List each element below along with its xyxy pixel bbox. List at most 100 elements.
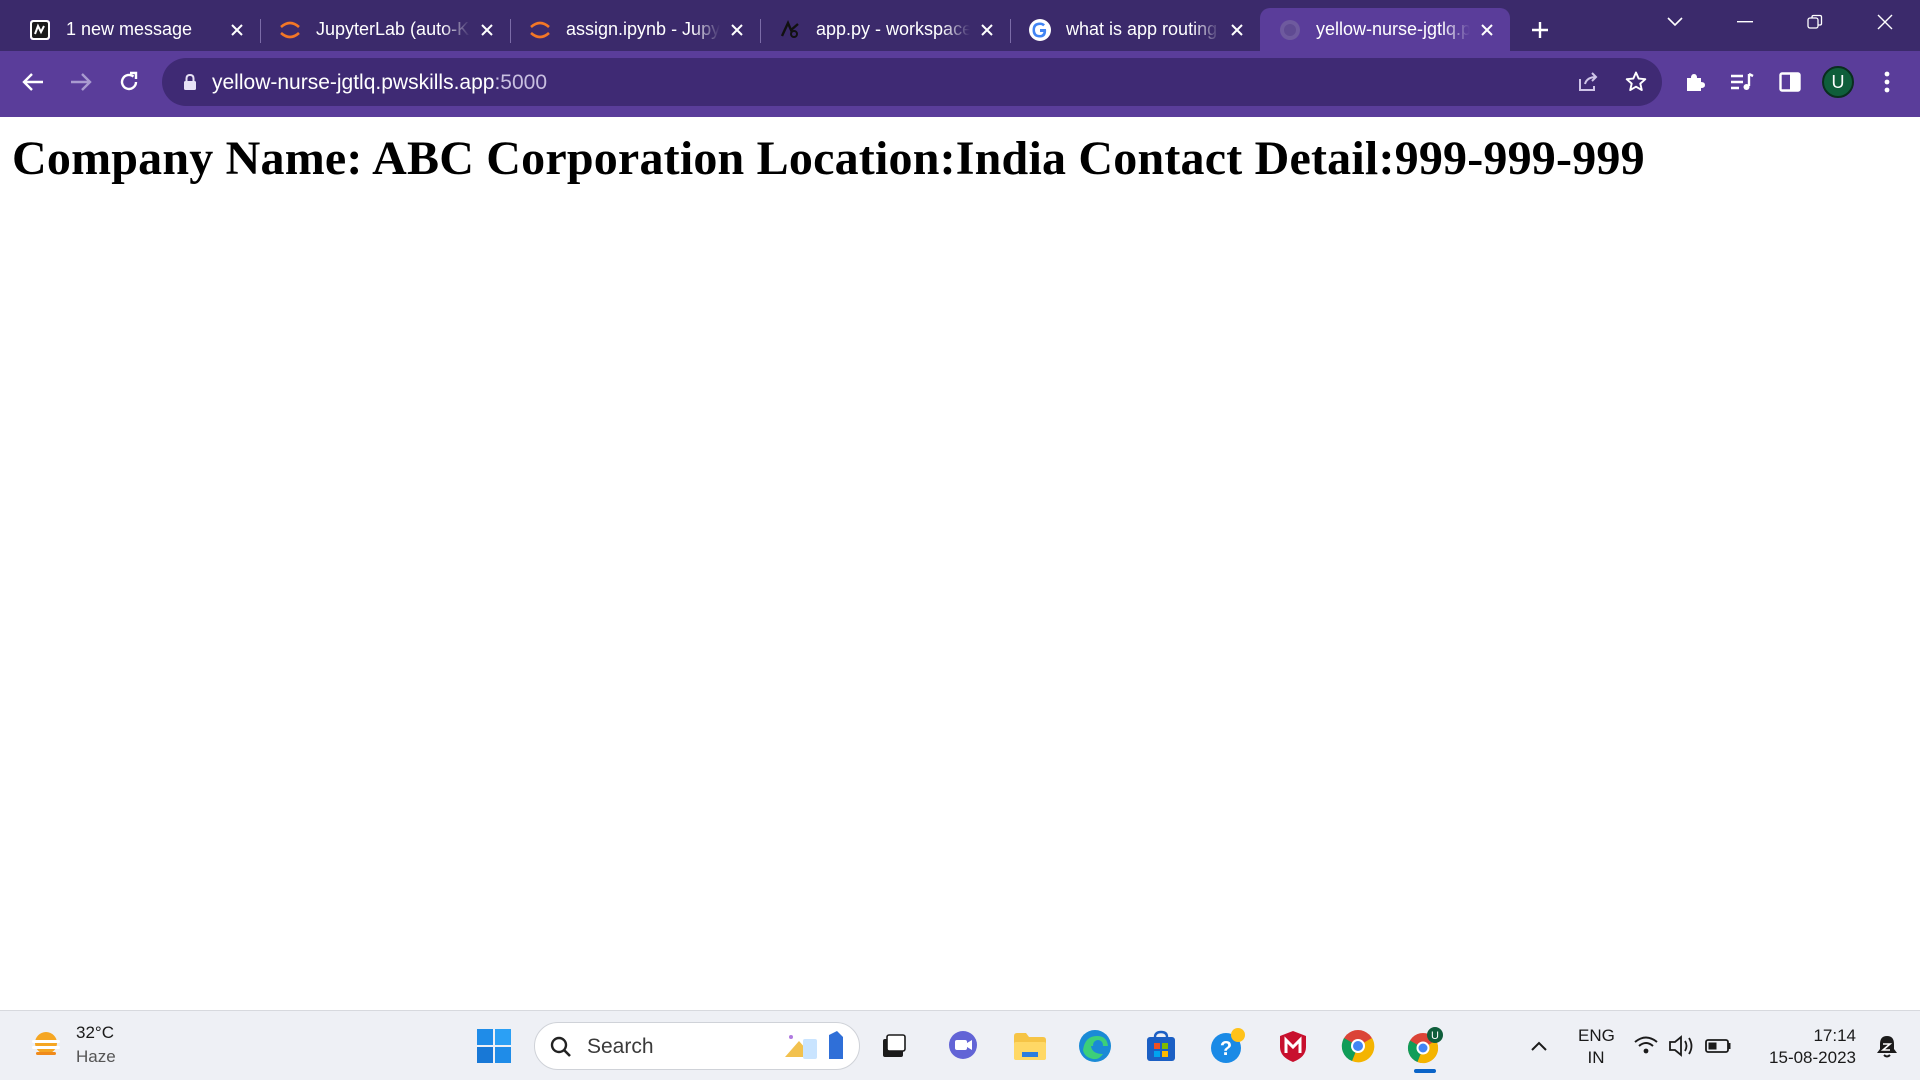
notifications-button[interactable] bbox=[1874, 1033, 1902, 1061]
quick-settings-button[interactable] bbox=[1628, 1023, 1748, 1069]
minimize-icon bbox=[1737, 21, 1753, 23]
windows-taskbar: 32°C Haze Search ? U ENG IN 17:14 15-08-… bbox=[0, 1010, 1920, 1080]
extensions-button[interactable] bbox=[1672, 59, 1718, 105]
weather-condition: Haze bbox=[76, 1047, 116, 1066]
tab-what-is-app-routing[interactable]: what is app routing bbox=[1010, 8, 1260, 51]
tab-1-new-message[interactable]: 1 new message bbox=[10, 8, 260, 51]
taskbar-search[interactable]: Search bbox=[534, 1022, 860, 1070]
teams-chat-button[interactable] bbox=[940, 1023, 986, 1069]
forward-button[interactable] bbox=[57, 58, 105, 106]
volume-icon bbox=[1669, 1035, 1693, 1057]
close-tab-icon[interactable] bbox=[976, 19, 998, 41]
search-highlight-icon bbox=[785, 1031, 843, 1059]
haze-sun-icon bbox=[32, 1032, 60, 1055]
url-host: yellow-nurse-jgtlq.pwskills.app bbox=[212, 71, 495, 94]
close-tab-icon[interactable] bbox=[1226, 19, 1248, 41]
restore-button[interactable] bbox=[1780, 0, 1850, 44]
edge-browser-button[interactable] bbox=[1072, 1023, 1118, 1069]
chrome-menu-button[interactable] bbox=[1864, 59, 1910, 105]
tab-search-button[interactable] bbox=[1640, 0, 1710, 44]
minimize-button[interactable] bbox=[1710, 0, 1780, 44]
clock-date: 15-08-2023 bbox=[1769, 1048, 1856, 1067]
reload-icon bbox=[120, 71, 138, 91]
mcafee-button[interactable] bbox=[1270, 1023, 1316, 1069]
tab-title: what is app routing bbox=[1066, 19, 1218, 39]
close-tab-icon[interactable] bbox=[1476, 19, 1498, 41]
chrome-profile-button[interactable]: U bbox=[1402, 1023, 1448, 1069]
globe-icon bbox=[1278, 18, 1302, 42]
media-queue-icon bbox=[1731, 72, 1754, 90]
side-panel-icon bbox=[1779, 72, 1801, 92]
windows-logo-icon bbox=[477, 1029, 511, 1063]
close-window-button[interactable] bbox=[1850, 0, 1920, 44]
arrow-left-icon bbox=[22, 73, 43, 91]
wifi-icon bbox=[1634, 1036, 1658, 1054]
language-region: IN bbox=[1587, 1048, 1605, 1067]
edge-icon bbox=[1079, 1030, 1111, 1062]
microsoft-store-button[interactable] bbox=[1138, 1023, 1184, 1069]
mcafee-shield-icon bbox=[1280, 1031, 1306, 1062]
side-panel-button[interactable] bbox=[1767, 59, 1813, 105]
lock-icon[interactable] bbox=[180, 72, 200, 92]
input-language-button[interactable]: ENG IN bbox=[1578, 1025, 1615, 1069]
show-hidden-icons-button[interactable] bbox=[1516, 1023, 1562, 1069]
chrome-icon bbox=[1341, 1030, 1375, 1063]
search-icon bbox=[550, 1036, 571, 1057]
page-heading: Company Name: ABC Corporation Location:I… bbox=[12, 132, 1645, 185]
plus-icon bbox=[1532, 21, 1548, 38]
tab-title: 1 new message bbox=[66, 19, 193, 39]
more-vertical-icon bbox=[1884, 71, 1890, 93]
tab-strip: 1 new message JupyterLab (auto-K) assign… bbox=[0, 0, 1920, 51]
weather-temp: 32°C bbox=[76, 1023, 114, 1042]
back-button[interactable] bbox=[9, 58, 57, 106]
svg-text:?: ? bbox=[1220, 1038, 1232, 1060]
get-help-button[interactable]: ? bbox=[1205, 1023, 1251, 1069]
code-icon bbox=[778, 18, 802, 42]
url-text[interactable]: yellow-nurse-jgtlq.pwskills.app:5000 bbox=[212, 71, 547, 95]
chrome-button[interactable] bbox=[1335, 1023, 1381, 1069]
running-indicator bbox=[1414, 1069, 1436, 1073]
profile-button[interactable]: U bbox=[1815, 59, 1861, 105]
help-icon: ? bbox=[1211, 1028, 1245, 1063]
address-bar[interactable]: yellow-nurse-jgtlq.pwskills.app:5000 bbox=[162, 58, 1662, 106]
weather-widget[interactable]: 32°C Haze bbox=[28, 1021, 116, 1069]
chevron-down-icon bbox=[1667, 17, 1683, 27]
start-button[interactable] bbox=[471, 1023, 517, 1069]
browser-toolbar: yellow-nurse-jgtlq.pwskills.app:5000 U bbox=[0, 51, 1920, 113]
notification-bell-icon bbox=[1877, 1036, 1897, 1058]
close-tab-icon[interactable] bbox=[726, 19, 748, 41]
system-clock[interactable]: 17:14 15-08-2023 bbox=[1769, 1025, 1856, 1069]
battery-icon bbox=[1705, 1039, 1731, 1053]
puzzle-icon bbox=[1687, 74, 1705, 91]
task-view-button[interactable] bbox=[871, 1023, 917, 1069]
pw-skills-icon bbox=[28, 18, 52, 42]
tab-list: 1 new message JupyterLab (auto-K) assign… bbox=[0, 0, 1564, 51]
tab-jupyterlab-auto-k[interactable]: JupyterLab (auto-K) bbox=[260, 8, 510, 51]
tab-title: JupyterLab (auto-K) bbox=[316, 19, 470, 39]
tab-title: app.py - workspace bbox=[816, 19, 970, 39]
close-tab-icon[interactable] bbox=[476, 19, 498, 41]
search-placeholder: Search bbox=[587, 1035, 654, 1058]
chat-icon bbox=[949, 1031, 977, 1059]
svg-text:U: U bbox=[1431, 1030, 1439, 1042]
chrome-profile-icon: U bbox=[1407, 1027, 1443, 1064]
close-tab-icon[interactable] bbox=[226, 19, 248, 41]
folder-icon bbox=[1014, 1033, 1046, 1060]
share-icon[interactable] bbox=[1576, 70, 1600, 94]
chevron-up-icon bbox=[1531, 1041, 1547, 1051]
tab-yellow-nurse-active[interactable]: yellow-nurse-jgtlq.pwskills.app bbox=[1260, 8, 1510, 51]
reload-button[interactable] bbox=[105, 58, 153, 106]
media-controls-button[interactable] bbox=[1719, 59, 1765, 105]
web-page: Company Name: ABC Corporation Location:I… bbox=[0, 117, 1920, 1010]
jupyter-icon bbox=[528, 18, 552, 42]
tab-assign-ipynb[interactable]: assign.ipynb - JupyterLab bbox=[510, 8, 760, 51]
store-icon bbox=[1147, 1030, 1175, 1061]
jupyter-icon bbox=[278, 18, 302, 42]
close-icon bbox=[1877, 14, 1893, 30]
language-code: ENG bbox=[1578, 1026, 1615, 1045]
new-tab-button[interactable] bbox=[1516, 8, 1564, 51]
tab-app-py-workspace[interactable]: app.py - workspace bbox=[760, 8, 1010, 51]
google-icon bbox=[1028, 18, 1052, 42]
file-explorer-button[interactable] bbox=[1007, 1023, 1053, 1069]
bookmark-star-icon[interactable] bbox=[1624, 70, 1648, 94]
